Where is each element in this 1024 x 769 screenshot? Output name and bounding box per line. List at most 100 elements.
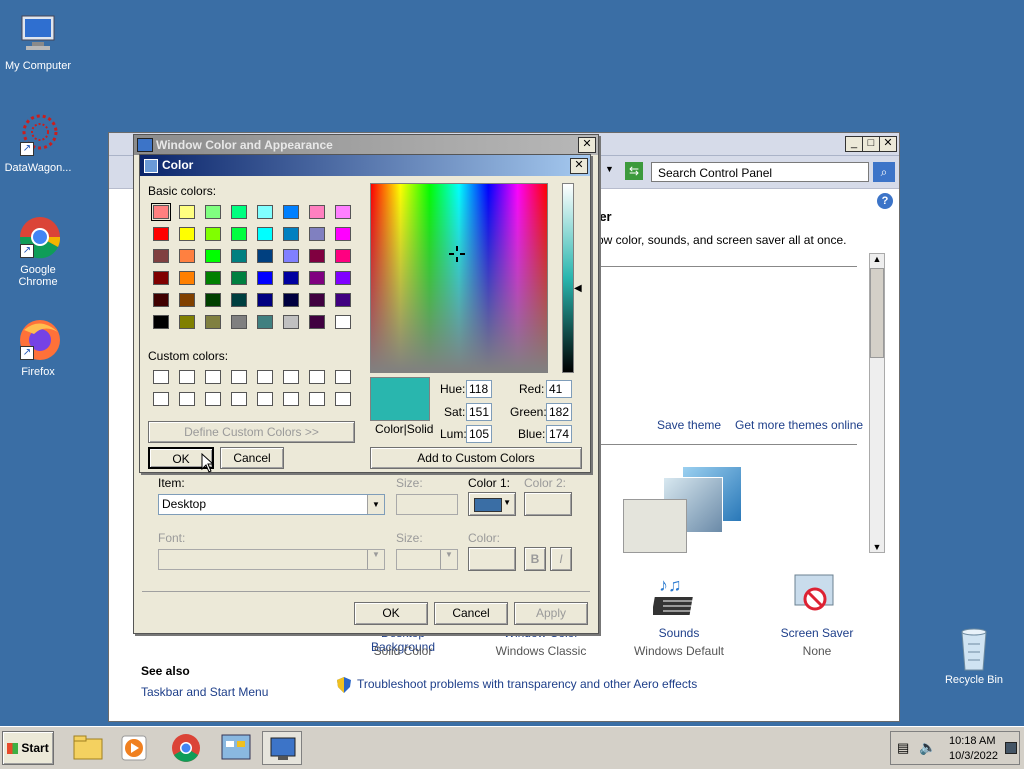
basic-color-swatch[interactable] xyxy=(309,315,325,329)
custom-color-swatch[interactable] xyxy=(153,392,169,406)
basic-color-swatch[interactable] xyxy=(309,205,325,219)
font-size-select[interactable]: ▼ xyxy=(396,549,458,570)
basic-color-swatch[interactable] xyxy=(257,293,273,307)
basic-color-swatch[interactable] xyxy=(309,293,325,307)
red-input[interactable]: 41 xyxy=(546,380,572,398)
custom-color-swatch[interactable] xyxy=(309,370,325,384)
volume-icon[interactable]: 🔈 xyxy=(919,739,936,756)
basic-color-swatch[interactable] xyxy=(335,315,351,329)
basic-color-swatch[interactable] xyxy=(231,271,247,285)
basic-color-swatch[interactable] xyxy=(205,249,221,263)
media-player-icon[interactable] xyxy=(114,731,154,765)
more-themes-link[interactable]: Get more themes online xyxy=(735,418,863,432)
custom-color-swatch[interactable] xyxy=(153,370,169,384)
chrome-taskbar-icon[interactable] xyxy=(166,731,206,765)
basic-color-swatch[interactable] xyxy=(179,205,195,219)
desktop-icon-chrome[interactable]: ↗ Google Chrome xyxy=(0,214,76,288)
custom-color-swatch[interactable] xyxy=(231,392,247,406)
scroll-thumb[interactable] xyxy=(870,268,884,358)
basic-color-swatch[interactable] xyxy=(179,271,195,285)
custom-color-swatch[interactable] xyxy=(179,370,195,384)
scroll-down-icon[interactable]: ▼ xyxy=(870,542,884,552)
italic-button[interactable]: I xyxy=(550,547,572,571)
basic-color-swatch[interactable] xyxy=(153,249,169,263)
sounds-label[interactable]: Sounds xyxy=(629,626,729,640)
bold-button[interactable]: B xyxy=(524,547,546,571)
basic-color-swatch[interactable] xyxy=(283,205,299,219)
basic-color-swatch[interactable] xyxy=(283,227,299,241)
basic-color-swatch[interactable] xyxy=(309,249,325,263)
minimize-button[interactable]: _ xyxy=(845,136,863,152)
add-to-custom-colors-button[interactable]: Add to Custom Colors xyxy=(370,447,582,469)
color2-button[interactable] xyxy=(524,492,572,516)
custom-color-swatch[interactable] xyxy=(283,392,299,406)
font-select[interactable]: ▼ xyxy=(158,549,385,570)
luminance-slider[interactable] xyxy=(562,183,574,373)
basic-color-swatch[interactable] xyxy=(153,293,169,307)
search-input[interactable]: Search Control Panel xyxy=(651,162,869,182)
custom-color-swatch[interactable] xyxy=(335,370,351,384)
chevron-down-icon[interactable]: ▼ xyxy=(367,550,384,569)
clock-date[interactable]: 10/3/2022 xyxy=(949,750,998,762)
control-panel-taskbar-icon[interactable] xyxy=(216,731,256,765)
maximize-button[interactable]: □ xyxy=(862,136,880,152)
basic-color-swatch[interactable] xyxy=(231,293,247,307)
basic-color-swatch[interactable] xyxy=(231,249,247,263)
basic-color-swatch[interactable] xyxy=(257,205,273,219)
scroll-up-icon[interactable]: ▲ xyxy=(870,254,884,268)
basic-color-swatch[interactable] xyxy=(283,249,299,263)
basic-color-swatch[interactable] xyxy=(231,315,247,329)
lum-input[interactable]: 105 xyxy=(466,425,492,443)
close-button[interactable]: ✕ xyxy=(879,136,897,152)
basic-color-swatch[interactable] xyxy=(179,315,195,329)
size-stepper[interactable] xyxy=(396,494,458,515)
basic-color-swatch[interactable] xyxy=(257,271,273,285)
basic-color-swatch[interactable] xyxy=(153,315,169,329)
appearance-close-button[interactable]: ✕ xyxy=(578,137,596,153)
color-cancel-button[interactable]: Cancel xyxy=(220,447,284,469)
personalization-taskbar-icon[interactable] xyxy=(262,731,302,765)
appearance-cancel-button[interactable]: Cancel xyxy=(434,602,508,625)
hue-input[interactable]: 118 xyxy=(466,380,492,398)
font-color-button[interactable] xyxy=(468,547,516,571)
custom-color-swatch[interactable] xyxy=(179,392,195,406)
basic-color-swatch[interactable] xyxy=(231,227,247,241)
taskbar-start-menu-link[interactable]: Taskbar and Start Menu xyxy=(141,685,268,699)
windows-classic-theme-thumbnail[interactable] xyxy=(623,463,743,553)
refresh-icon[interactable]: ⇆ xyxy=(625,162,643,180)
color1-button[interactable]: ▼ xyxy=(468,492,516,516)
clock-time[interactable]: 10:18 AM xyxy=(949,735,995,747)
desktop-icon-my-computer[interactable]: My Computer xyxy=(0,10,76,72)
chevron-down-icon[interactable]: ▼ xyxy=(367,495,384,514)
luminance-arrow-icon[interactable]: ◀ xyxy=(574,283,582,294)
basic-color-swatch[interactable] xyxy=(205,293,221,307)
desktop-icon-recycle-bin[interactable]: Recycle Bin xyxy=(936,624,1012,686)
color-dialog-close-button[interactable]: ✕ xyxy=(570,158,588,174)
basic-color-swatch[interactable] xyxy=(179,293,195,307)
screen-saver-label[interactable]: Screen Saver xyxy=(767,626,867,640)
show-desktop-icon[interactable] xyxy=(1005,742,1017,754)
basic-color-swatch[interactable] xyxy=(309,271,325,285)
custom-color-swatch[interactable] xyxy=(335,392,351,406)
basic-color-swatch[interactable] xyxy=(257,315,273,329)
basic-color-swatch[interactable] xyxy=(335,271,351,285)
green-input[interactable]: 182 xyxy=(546,403,572,421)
save-theme-link[interactable]: Save theme xyxy=(657,418,721,432)
basic-color-swatch[interactable] xyxy=(153,271,169,285)
theme-scrollbar[interactable]: ▲ ▼ xyxy=(869,253,885,553)
desktop-icon-firefox[interactable]: ↗ Firefox xyxy=(0,316,76,378)
basic-color-swatch[interactable] xyxy=(283,315,299,329)
basic-color-swatch[interactable] xyxy=(335,249,351,263)
troubleshoot-link[interactable]: Troubleshoot problems with transparency … xyxy=(357,677,697,691)
custom-color-swatch[interactable] xyxy=(283,370,299,384)
basic-color-swatch[interactable] xyxy=(257,227,273,241)
basic-color-swatch[interactable] xyxy=(205,315,221,329)
basic-color-swatch[interactable] xyxy=(283,271,299,285)
chevron-down-icon[interactable]: ▼ xyxy=(440,550,457,569)
basic-color-swatch[interactable] xyxy=(231,205,247,219)
basic-color-swatch[interactable] xyxy=(283,293,299,307)
basic-color-swatch[interactable] xyxy=(205,205,221,219)
help-icon[interactable]: ? xyxy=(877,193,893,209)
desktop-icon-datawagon[interactable]: ↗ DataWagon... xyxy=(0,112,76,174)
basic-color-swatch[interactable] xyxy=(257,249,273,263)
